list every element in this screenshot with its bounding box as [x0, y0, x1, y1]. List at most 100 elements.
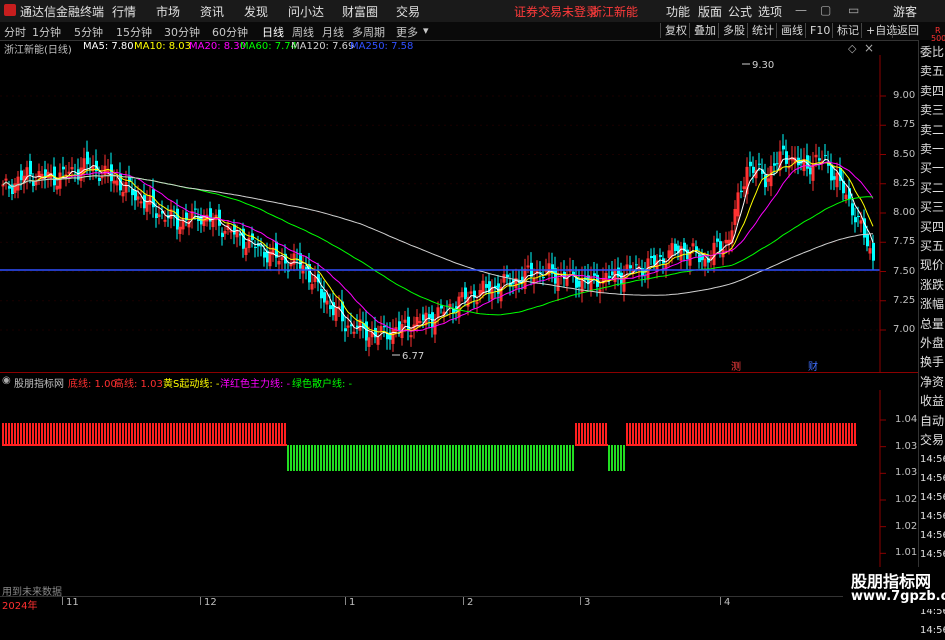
candle-body-down [782, 145, 785, 150]
price-axis-label: 8.25 [893, 177, 916, 189]
f10-button[interactable]: F10 [805, 23, 834, 38]
menu-item-market[interactable]: 市场 [156, 3, 180, 20]
xlabel-mar: 3 [584, 597, 591, 608]
menu-item-formula[interactable]: 公式 [728, 3, 752, 20]
menu-item-options[interactable]: 选项 [758, 3, 782, 20]
price-axis-label: 8.75 [893, 119, 916, 131]
sidebar-500-marker: 500 [931, 34, 945, 43]
kline-chart[interactable]: 9.30 6.77 测 财 [0, 55, 918, 373]
period-toolbar: 分时 1分钟 5分钟 15分钟 30分钟 60分钟 日线 周线 月线 多周期 更… [0, 22, 945, 41]
ma10-label: MA10: 8.03 [134, 41, 192, 52]
indicator-magenta-line: 洋红色主力线: - [220, 379, 291, 390]
candle-body-down [773, 163, 776, 166]
candle-body-down [62, 166, 65, 170]
tab-5min[interactable]: 5分钟 [74, 24, 103, 40]
minimize-icon[interactable]: — [795, 3, 807, 17]
stock-name-header: 浙江新能 [590, 5, 639, 19]
watermark-url: www.7gpzb.com [851, 589, 945, 604]
sidebar-trade-item[interactable]: 自动 [920, 412, 944, 431]
guest-label[interactable]: 游客 [893, 3, 917, 20]
menu-item-wealth[interactable]: 财富圈 [342, 3, 378, 20]
sidebar-item[interactable]: 卖五 [920, 62, 944, 81]
sidebar-item[interactable]: 净资 [920, 373, 944, 392]
statistics-button[interactable]: 统计 [747, 23, 778, 38]
window-icon[interactable]: ▭ [848, 3, 859, 17]
candle-body-down [674, 243, 677, 251]
tab-intraday[interactable]: 分时 [4, 24, 26, 40]
tab-daily[interactable]: 日线 [262, 24, 284, 40]
candle-body-down [851, 203, 854, 216]
xtick-feb [463, 597, 464, 605]
sidebar-item[interactable]: 卖三 [920, 101, 944, 120]
indicator-settings-icon[interactable]: ◉ [2, 375, 11, 386]
candle-body-down [698, 254, 701, 263]
sidebar-item[interactable]: 卖四 [920, 82, 944, 101]
tab-30min[interactable]: 30分钟 [164, 24, 200, 40]
sidebar-item[interactable]: 卖一 [920, 140, 944, 159]
xlabel-nov: 11 [66, 597, 79, 608]
sidebar-item[interactable]: 换手 [920, 353, 944, 372]
menu-item-ask[interactable]: 问小达 [288, 3, 324, 20]
pane-divider [0, 372, 918, 373]
menu-bar: 通达信金融终端 行情 市场 资讯 发现 问小达 财富圈 交易 证券交易未登录 浙… [0, 0, 945, 23]
candle-body-down [254, 246, 257, 248]
sidebar-item[interactable]: 现价 [920, 256, 944, 275]
draw-line-button[interactable]: 画线 [776, 23, 807, 38]
low-price-annotation: 6.77 [402, 351, 424, 362]
more-dropdown-icon[interactable]: ▾ [423, 24, 429, 37]
login-warning[interactable]: 证券交易未登录 [514, 3, 598, 20]
sidebar-item[interactable]: 买三 [920, 198, 944, 217]
tab-weekly[interactable]: 周线 [292, 24, 314, 40]
candle-body-down [575, 278, 578, 288]
indicator-bars [2, 423, 857, 471]
menu-item-functions[interactable]: 功能 [666, 3, 690, 20]
menu-item-layout[interactable]: 版面 [698, 3, 722, 20]
overlay-button[interactable]: 叠加 [689, 23, 720, 38]
xlabel-year: 2024年 [2, 601, 38, 612]
mark-button[interactable]: 标记 [832, 23, 863, 38]
xlabel-jan: 1 [349, 597, 356, 608]
sidebar-item[interactable]: 总量 [920, 315, 944, 334]
sidebar-item[interactable]: 涨跌 [920, 276, 944, 295]
tab-1min[interactable]: 1分钟 [32, 24, 61, 40]
candle-body-up [100, 176, 104, 179]
menu-item-news[interactable]: 资讯 [200, 3, 224, 20]
multi-stock-button[interactable]: 多股 [718, 23, 749, 38]
sidebar-item[interactable]: 外盘 [920, 334, 944, 353]
candle-body-down [593, 273, 596, 276]
restore-icon[interactable]: ▢ [820, 3, 831, 17]
sidebar-item[interactable]: 买二 [920, 179, 944, 198]
sidebar-item[interactable]: 涨幅 [920, 295, 944, 314]
menu-item-quotes[interactable]: 行情 [112, 3, 136, 20]
sidebar-item[interactable]: 买五 [920, 237, 944, 256]
site-watermark: 股朋指标网 www.7gpzb.com [843, 567, 945, 609]
close-panel-icon[interactable]: × [864, 41, 874, 55]
tab-more[interactable]: 更多 [396, 24, 418, 40]
candle-body-down [872, 242, 875, 261]
tab-monthly[interactable]: 月线 [322, 24, 344, 40]
tab-15min[interactable]: 15分钟 [116, 24, 152, 40]
sidebar-item[interactable]: 卖二 [920, 121, 944, 140]
candle-body-down [635, 264, 638, 266]
time-axis: 用到未来数据 2024年 11 12 1 2 3 4 [0, 587, 945, 612]
tab-60min[interactable]: 60分钟 [212, 24, 248, 40]
sidebar-item[interactable]: 买一 [920, 159, 944, 178]
sidebar-trade-time: 14:56 [920, 511, 945, 522]
sidebar-item[interactable]: 委比 [920, 43, 944, 62]
candle-body-up [709, 257, 713, 260]
back-button[interactable]: 返回 [892, 23, 923, 38]
adjust-button[interactable]: 复权 [660, 23, 691, 38]
indicator-chart[interactable] [0, 390, 918, 596]
xtick-dec [200, 597, 201, 605]
indicator-yellow-line: 黄S起动线: - [163, 379, 220, 390]
sidebar-item[interactable]: 买四 [920, 218, 944, 237]
sidebar-item[interactable]: 收益 [920, 392, 944, 411]
settings-diamond-icon[interactable]: ◇ [848, 42, 856, 55]
tab-multi-period[interactable]: 多周期 [352, 24, 385, 40]
menu-item-discover[interactable]: 发现 [244, 3, 268, 20]
candle-body-down [506, 274, 509, 278]
menu-item-trade[interactable]: 交易 [396, 3, 420, 20]
price-axis-label: 7.00 [893, 324, 916, 335]
candle-body-down [98, 177, 101, 181]
sidebar-trade-item[interactable]: 交易 [920, 431, 944, 450]
